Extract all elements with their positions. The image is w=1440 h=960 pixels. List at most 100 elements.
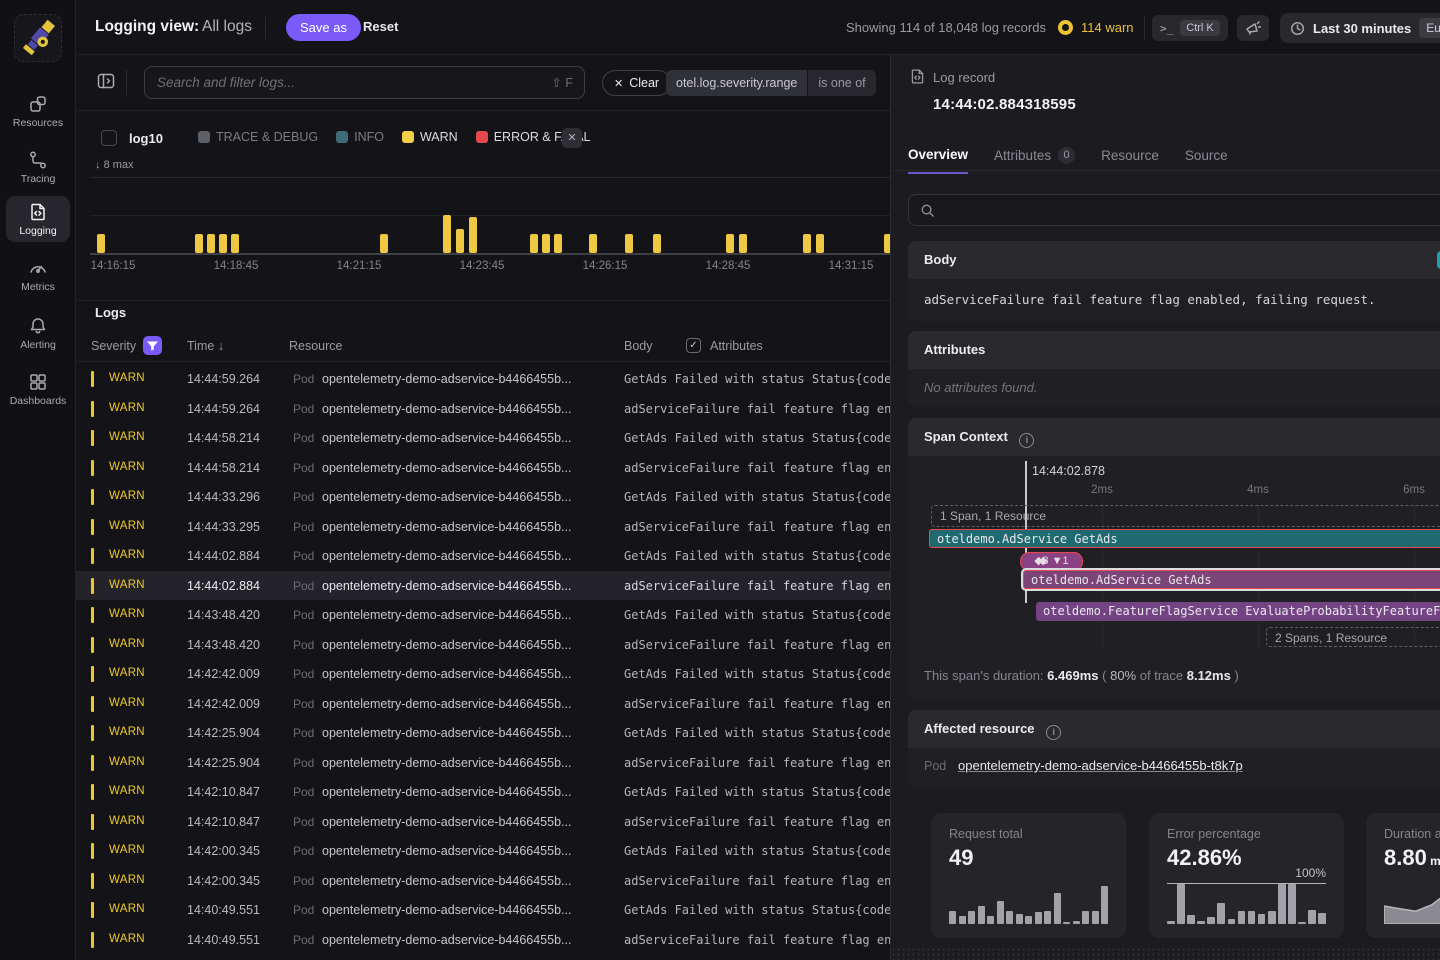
panel-search-input[interactable] xyxy=(943,195,1423,225)
legend-group-checkbox[interactable] xyxy=(101,130,117,146)
app-logo-icon[interactable] xyxy=(14,14,62,62)
table-row[interactable]: WARN14:42:10.847Podopentelemetry-demo-ad… xyxy=(76,807,890,837)
span-group-top[interactable]: 1 Span, 1 Resource xyxy=(931,505,1440,527)
severity-label: WARN xyxy=(109,490,145,502)
tab-label: Resource xyxy=(1101,148,1159,163)
column-severity[interactable]: Severity xyxy=(91,339,136,353)
table-row[interactable]: WARN14:44:58.214Podopentelemetry-demo-ad… xyxy=(76,423,890,453)
table-row[interactable]: WARN14:43:48.420Podopentelemetry-demo-ad… xyxy=(76,600,890,630)
save-as-button[interactable]: Save as xyxy=(286,14,361,41)
table-row[interactable]: WARN14:44:33.296Podopentelemetry-demo-ad… xyxy=(76,482,890,512)
info-icon[interactable]: i xyxy=(1046,725,1061,740)
funnel-icon xyxy=(143,336,162,355)
metric-value: 49 xyxy=(949,845,973,871)
log-body: GetAds Failed with status Status{code xyxy=(624,903,890,917)
table-row[interactable]: WARN14:42:00.345Podopentelemetry-demo-ad… xyxy=(76,866,890,896)
sidebar-item-dashboards[interactable]: Dashboards xyxy=(6,366,70,412)
legend-close-button[interactable]: ✕ xyxy=(562,128,582,148)
histogram-bar[interactable] xyxy=(380,234,388,253)
column-attributes[interactable]: Attributes xyxy=(710,339,763,353)
histogram-bar[interactable] xyxy=(456,229,464,253)
table-row[interactable]: WARN14:44:02.884Podopentelemetry-demo-ad… xyxy=(76,541,890,571)
announce-button[interactable] xyxy=(1237,15,1269,41)
severity-bar xyxy=(91,784,94,800)
metric-card-request-total[interactable]: Request total49 xyxy=(931,813,1126,938)
sidebar-item-tracing[interactable]: Tracing xyxy=(6,144,70,190)
span-bar-child[interactable]: oteldemo.FeatureFlagService EvaluateProb… xyxy=(1036,602,1440,621)
log-time: 14:42:42.009 xyxy=(187,667,260,681)
histogram-bar[interactable] xyxy=(231,234,239,253)
table-row[interactable]: WARN14:40:49.551Podopentelemetry-demo-ad… xyxy=(76,925,890,955)
histogram-bar[interactable] xyxy=(469,217,477,253)
time-range-button[interactable]: Last 30 minutes Europ xyxy=(1280,13,1440,43)
histogram-bar[interactable] xyxy=(653,234,661,253)
histogram-bar[interactable] xyxy=(219,234,227,253)
panel-toggle-icon xyxy=(96,71,116,91)
x-tick-label: 14:23:45 xyxy=(460,260,505,272)
metric-card-error-percentage[interactable]: Error percentage42.86%100% xyxy=(1149,813,1344,938)
log-body: adServiceFailure fail feature flag enabl… xyxy=(624,638,890,652)
log-time: 14:44:02.884 xyxy=(187,549,260,563)
column-resource[interactable]: Resource xyxy=(289,339,343,353)
histogram-bar[interactable] xyxy=(739,234,747,253)
metric-card-duration-avg[interactable]: Duration av8.80 ms xyxy=(1366,813,1440,938)
table-row[interactable]: WARN14:44:59.264Podopentelemetry-demo-ad… xyxy=(76,364,890,394)
histogram-bar[interactable] xyxy=(97,234,105,253)
table-row[interactable]: WARN14:44:33.295Podopentelemetry-demo-ad… xyxy=(76,512,890,542)
log-body: GetAds Failed with status Status{code xyxy=(624,490,890,504)
command-palette-button[interactable]: >_ Ctrl K xyxy=(1152,15,1228,41)
legend-item[interactable]: TRACE & DEBUG xyxy=(198,130,318,144)
table-row[interactable]: WARN14:44:58.214Podopentelemetry-demo-ad… xyxy=(76,453,890,483)
histogram-bar[interactable] xyxy=(554,234,562,253)
table-row[interactable]: WARN14:42:10.847Podopentelemetry-demo-ad… xyxy=(76,777,890,807)
legend-item[interactable]: WARN xyxy=(402,130,458,144)
reset-button[interactable]: Reset xyxy=(363,19,398,34)
histogram-bar[interactable] xyxy=(589,234,597,253)
histogram-bar[interactable] xyxy=(195,234,203,253)
sidebar-item-metrics[interactable]: Metrics xyxy=(6,252,70,298)
table-row[interactable]: WARN14:42:42.009Podopentelemetry-demo-ad… xyxy=(76,659,890,689)
search-input[interactable] xyxy=(157,67,537,98)
attributes-checkbox[interactable]: ✓ xyxy=(686,338,701,353)
histogram-bar[interactable] xyxy=(542,234,550,253)
span-group-bottom[interactable]: 2 Spans, 1 Resource xyxy=(1266,627,1440,647)
span-bar-root[interactable]: oteldemo.AdService GetAds xyxy=(929,529,1440,548)
table-row[interactable]: WARN14:40:49.551Podopentelemetry-demo-ad… xyxy=(76,895,890,925)
table-row[interactable]: WARN14:44:02.884Podopentelemetry-demo-ad… xyxy=(76,571,890,601)
sidebar-item-alerting[interactable]: Alerting xyxy=(6,310,70,356)
table-row[interactable]: WARN14:42:42.009Podopentelemetry-demo-ad… xyxy=(76,689,890,719)
table-row[interactable]: WARN14:42:25.904Podopentelemetry-demo-ad… xyxy=(76,748,890,778)
info-icon[interactable]: i xyxy=(1019,433,1034,448)
collapse-panel-button[interactable] xyxy=(96,71,118,93)
histogram-bar[interactable] xyxy=(207,234,215,253)
table-row[interactable]: WARN14:44:59.264Podopentelemetry-demo-ad… xyxy=(76,394,890,424)
severity-filter-button[interactable] xyxy=(143,336,162,355)
column-body[interactable]: Body xyxy=(624,339,653,353)
histogram-bar[interactable] xyxy=(530,234,538,253)
resource-kind: Pod xyxy=(293,903,314,917)
severity-label: WARN xyxy=(109,520,145,532)
table-row[interactable]: WARN14:42:25.904Podopentelemetry-demo-ad… xyxy=(76,718,890,748)
column-time[interactable]: Time ↓ xyxy=(187,339,224,353)
table-row[interactable]: WARN14:42:00.345Podopentelemetry-demo-ad… xyxy=(76,836,890,866)
histogram-bar[interactable] xyxy=(625,234,633,253)
histogram-bar[interactable] xyxy=(816,234,824,253)
legend-item[interactable]: INFO xyxy=(336,130,384,144)
filter-chip[interactable]: otel.log.severity.range is one of xyxy=(666,70,876,96)
histogram-bar[interactable] xyxy=(726,234,734,253)
sidebar-item-logging[interactable]: Logging xyxy=(6,196,70,242)
log-time: 14:40:49.551 xyxy=(187,903,260,917)
log-body: adServiceFailure fail feature flag enabl… xyxy=(624,697,890,711)
table-row[interactable]: WARN xyxy=(76,954,890,960)
clear-filters-button[interactable]: ✕ Clear xyxy=(602,70,671,96)
table-row[interactable]: WARN14:43:48.420Podopentelemetry-demo-ad… xyxy=(76,630,890,660)
histogram-bar[interactable] xyxy=(443,215,451,253)
sidebar-item-resources[interactable]: Resources xyxy=(6,88,70,134)
x-tick-label: 14:21:15 xyxy=(337,260,382,272)
severity-bar xyxy=(91,696,94,712)
span-events-badge[interactable]: ◆◆ 3 ▼1 xyxy=(1020,552,1083,571)
histogram-bar[interactable] xyxy=(803,234,811,253)
span-bar-current[interactable]: oteldemo.AdService GetAds xyxy=(1023,570,1440,589)
affected-resource-link[interactable]: opentelemetry-demo-adservice-b4466455b-t… xyxy=(958,758,1243,773)
log-time: 14:42:25.904 xyxy=(187,756,260,770)
